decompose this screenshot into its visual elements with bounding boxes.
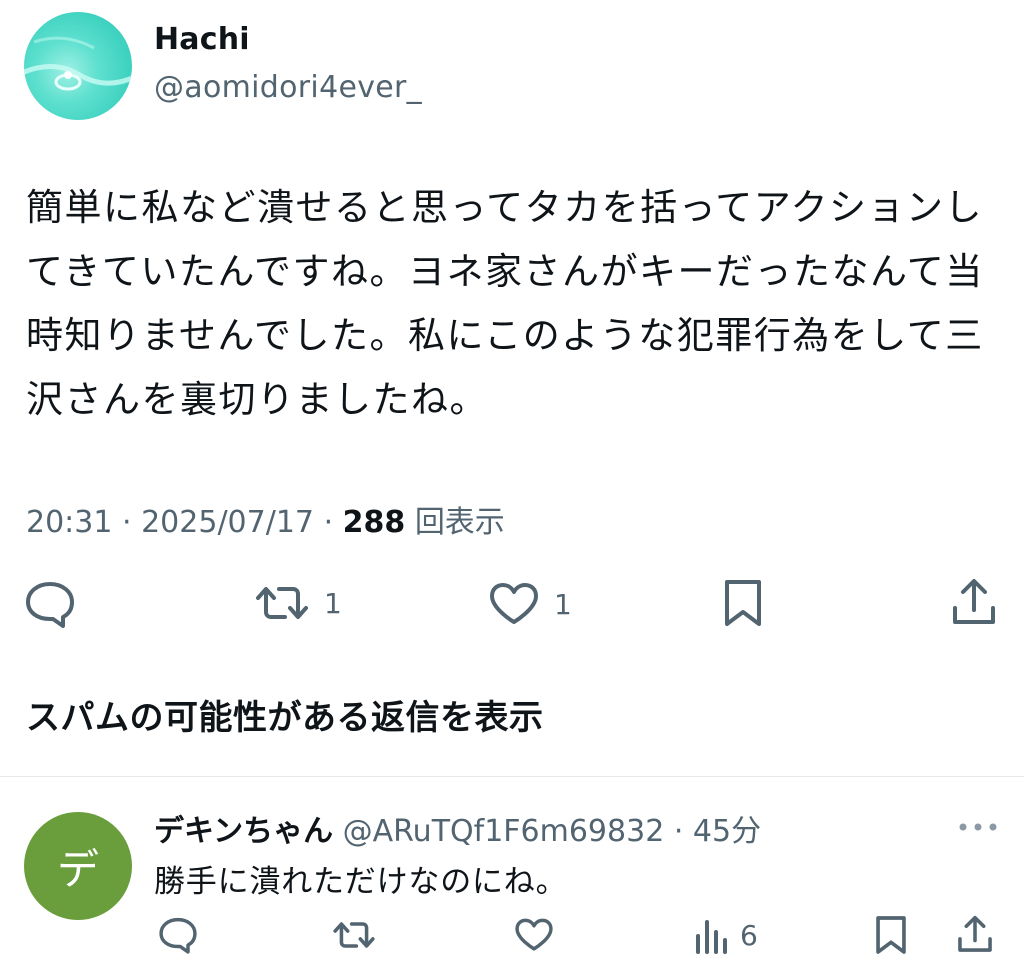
reply-bookmark-button[interactable] — [874, 914, 908, 956]
share-button[interactable] — [950, 578, 998, 628]
analytics-icon — [694, 916, 730, 954]
more-icon — [958, 822, 998, 832]
heart-icon — [488, 582, 540, 626]
reply-author-handle[interactable]: @ARuTQf1F6m69832 — [343, 814, 665, 849]
comment-icon — [24, 580, 76, 628]
reply-time[interactable]: 45分 — [693, 814, 761, 849]
bookmark-button[interactable] — [722, 578, 764, 628]
more-options-button[interactable] — [958, 822, 998, 832]
meta-separator: · — [664, 814, 693, 849]
heart-icon — [514, 918, 554, 952]
reply-like-button[interactable] — [514, 918, 554, 952]
retweet-icon — [332, 918, 376, 952]
share-icon — [956, 914, 994, 956]
reply-avatar[interactable]: デ — [24, 812, 132, 920]
views-label: 回表示 — [414, 505, 505, 540]
tweet-meta: 20:31 · 2025/07/17 · 288 回表示 — [26, 497, 505, 541]
reply-views-button[interactable]: 6 — [694, 916, 758, 954]
author-name[interactable]: Hachi — [154, 22, 250, 57]
retweet-icon — [254, 582, 310, 624]
tweet-time[interactable]: 20:31 — [26, 505, 112, 540]
like-button[interactable]: 1 — [488, 582, 572, 626]
author-avatar[interactable] — [24, 12, 132, 120]
reply-retweet-button[interactable] — [332, 918, 376, 952]
reply-button[interactable] — [24, 580, 76, 628]
tweet-date[interactable]: 2025/07/17 — [141, 505, 314, 540]
bookmark-icon — [874, 914, 908, 956]
views-count: 288 — [342, 505, 406, 540]
meta-separator: · — [122, 505, 142, 540]
share-icon — [950, 578, 998, 628]
reply-text: 勝手に潰れただけなのにね。 — [154, 864, 568, 900]
reply-author-name[interactable]: デキンちゃん — [154, 814, 333, 849]
retweet-count: 1 — [324, 586, 342, 620]
avatar-letter: デ — [56, 844, 99, 894]
show-spam-replies-link[interactable]: スパムの可能性がある返信を表示 — [26, 690, 544, 739]
divider — [0, 776, 1024, 777]
comment-icon — [158, 916, 198, 954]
tweet-text: 簡単に私など潰せると思ってタカを括ってアクションしてきていたんですね。ヨネ家さん… — [26, 186, 984, 421]
retweet-button[interactable]: 1 — [254, 582, 342, 624]
author-handle[interactable]: @aomidori4ever_ — [154, 70, 422, 105]
bookmark-icon — [722, 578, 764, 628]
reply-views-count: 6 — [740, 918, 758, 952]
like-count: 1 — [554, 587, 572, 621]
reply-share-button[interactable] — [956, 914, 994, 956]
reply-reply-button[interactable] — [158, 916, 198, 954]
meta-separator: · — [323, 505, 343, 540]
reply-header: デキンちゃん @ARuTQf1F6m69832 · 45分 — [154, 806, 761, 850]
